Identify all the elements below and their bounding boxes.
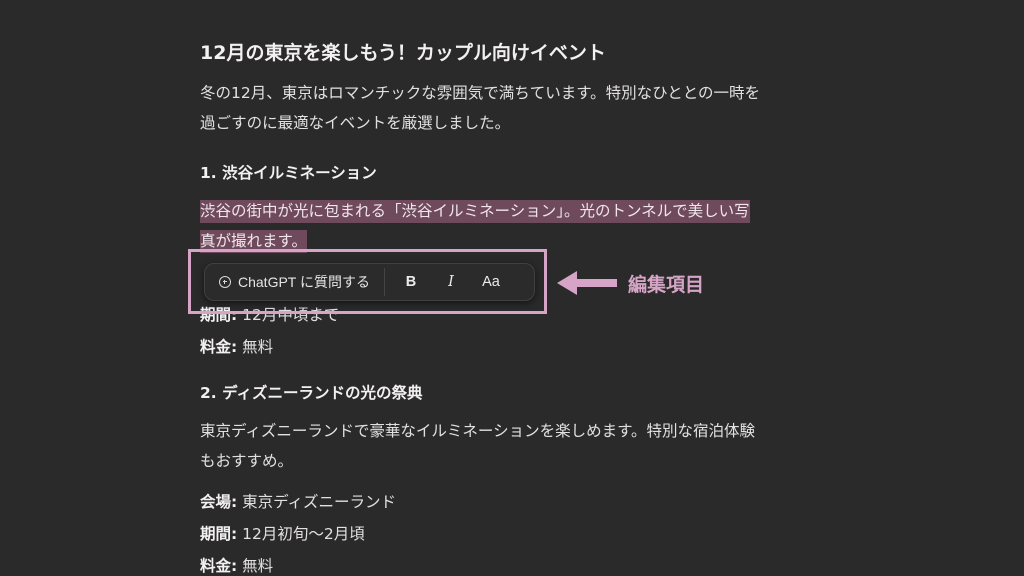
annotation-highlight-box xyxy=(188,249,547,314)
section-2-description: 東京ディズニーランドで豪華なイルミネーションを楽しめます。特別な宿泊体験 もおす… xyxy=(200,416,860,476)
venue-label: 会場: xyxy=(200,493,238,511)
venue-value: 東京ディズニーランド xyxy=(242,493,397,511)
selected-text-line-1[interactable]: 渋谷の街中が光に包まれる「渋谷イルミネーション」。光のトンネルで美しい写 xyxy=(200,200,750,223)
section-2-fee: 料金: 無料 xyxy=(200,554,273,576)
fee-label: 料金: xyxy=(200,557,238,575)
selected-paragraph[interactable]: 渋谷の街中が光に包まれる「渋谷イルミネーション」。光のトンネルで美しい写 真が撮… xyxy=(200,196,860,256)
fee-value: 無料 xyxy=(242,557,274,575)
annotation-label: 編集項目 xyxy=(628,274,705,296)
section-2-desc-line-1: 東京ディズニーランドで豪華なイルミネーションを楽しめます。特別な宿泊体験 xyxy=(200,422,756,440)
section-2-period: 期間: 12月初旬〜2月頃 xyxy=(200,522,365,544)
intro-line-2: 過ごすのに最適なイベントを厳選しました。 xyxy=(200,114,511,132)
section-2-heading: 2. ディズニーランドの光の祭典 xyxy=(200,384,423,402)
intro-paragraph: 冬の12月、東京はロマンチックな雰囲気で満ちています。特別なひととの一時を 過ご… xyxy=(200,78,860,138)
article-title: 12月の東京を楽しもう！カップル向けイベント xyxy=(200,42,606,64)
section-2-venue: 会場: 東京ディズニーランド xyxy=(200,490,396,512)
section-1-heading: 1. 渋谷イルミネーション xyxy=(200,164,377,182)
fee-value: 無料 xyxy=(242,338,274,356)
fee-label: 料金: xyxy=(200,338,238,356)
period-value: 12月初旬〜2月頃 xyxy=(242,525,365,543)
section-1-fee: 料金: 無料 xyxy=(200,335,273,357)
annotation-arrow-icon xyxy=(557,271,617,295)
intro-line-1: 冬の12月、東京はロマンチックな雰囲気で満ちています。特別なひととの一時を xyxy=(200,84,761,102)
period-label: 期間: xyxy=(200,525,238,543)
section-2-desc-line-2: もおすすめ。 xyxy=(200,452,294,470)
